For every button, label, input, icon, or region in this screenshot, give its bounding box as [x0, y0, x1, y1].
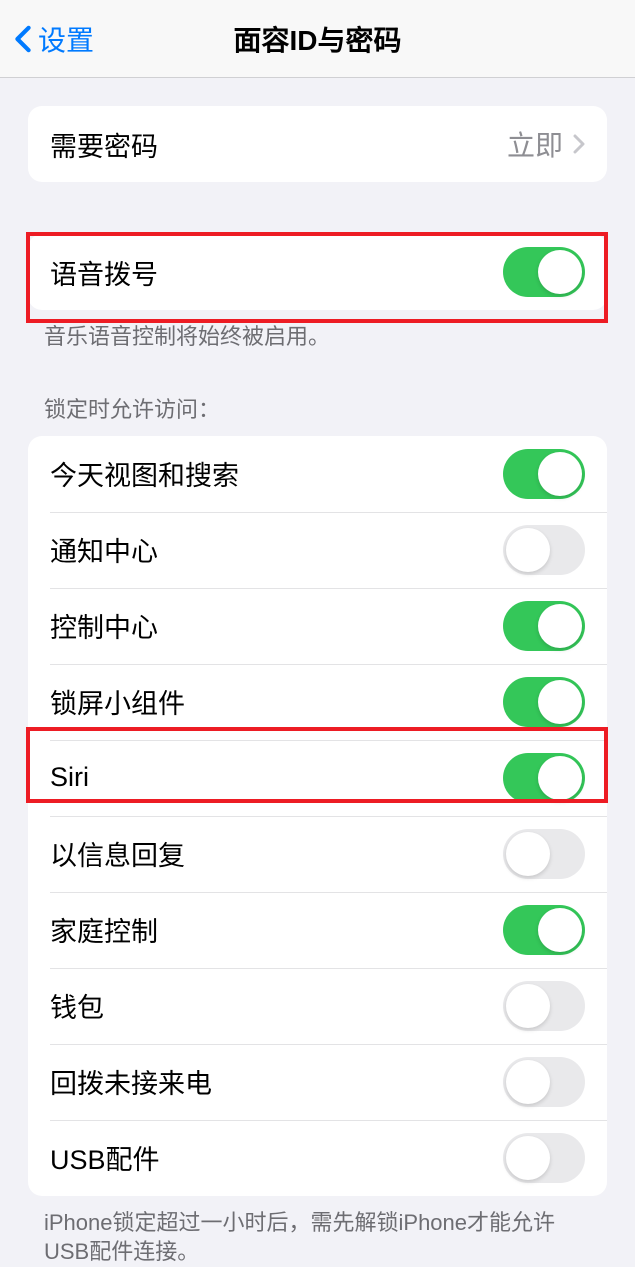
back-label: 设置 — [38, 19, 94, 59]
back-button[interactable]: 设置 — [0, 19, 94, 59]
voice-dial-row[interactable]: 语音拨号 — [28, 234, 607, 310]
lock-access-item[interactable]: USB配件 — [28, 1120, 607, 1196]
lock-access-item-label: Siri — [50, 762, 503, 793]
lock-access-item-toggle[interactable] — [503, 981, 585, 1031]
require-passcode-value: 立即 — [507, 124, 563, 164]
lock-access-item-toggle[interactable] — [503, 905, 585, 955]
page-title: 面容ID与密码 — [233, 19, 401, 59]
voice-dial-toggle[interactable] — [503, 247, 585, 297]
lock-access-item-toggle[interactable] — [503, 677, 585, 727]
lock-access-item-label: 今天视图和搜索 — [50, 454, 503, 493]
lock-access-item[interactable]: 家庭控制 — [28, 892, 607, 968]
lock-access-item-toggle[interactable] — [503, 829, 585, 879]
lock-access-item[interactable]: 锁屏小组件 — [28, 664, 607, 740]
lock-access-item-toggle[interactable] — [503, 1057, 585, 1107]
lock-access-item[interactable]: 钱包 — [28, 968, 607, 1044]
lock-access-footer: iPhone锁定超过一小时后，需先解锁iPhone才能允许USB配件连接。 — [0, 1196, 635, 1267]
voice-dial-label: 语音拨号 — [50, 253, 503, 292]
lock-access-item-toggle[interactable] — [503, 753, 585, 803]
lock-access-item[interactable]: 今天视图和搜索 — [28, 436, 607, 512]
lock-access-item[interactable]: 控制中心 — [28, 588, 607, 664]
require-passcode-label: 需要密码 — [50, 125, 507, 164]
lock-access-list: 今天视图和搜索通知中心控制中心锁屏小组件 Siri 以信息回复家庭控制钱包回拨未接来… — [28, 436, 607, 1196]
lock-access-item-label: 回拨未接来电 — [50, 1062, 503, 1101]
lock-access-item[interactable]: 以信息回复 — [28, 816, 607, 892]
voice-dial-footer: 音乐语音控制将始终被启用。 — [0, 310, 635, 352]
require-passcode-row[interactable]: 需要密码 立即 — [28, 106, 607, 182]
navigation-header: 设置 面容ID与密码 — [0, 0, 635, 78]
lock-access-item-label: 锁屏小组件 — [50, 682, 503, 721]
lock-access-item-label: 通知中心 — [50, 530, 503, 569]
lock-access-item-toggle[interactable] — [503, 449, 585, 499]
lock-access-header: 锁定时允许访问： — [0, 392, 635, 436]
lock-access-item-label: USB配件 — [50, 1138, 503, 1177]
lock-access-item-toggle[interactable] — [503, 525, 585, 575]
chevron-right-icon — [573, 134, 585, 154]
lock-access-item-label: 钱包 — [50, 986, 503, 1025]
lock-access-item[interactable]: Siri — [28, 740, 607, 816]
lock-access-item[interactable]: 通知中心 — [28, 512, 607, 588]
lock-access-item-toggle[interactable] — [503, 601, 585, 651]
lock-access-item-label: 以信息回复 — [50, 834, 503, 873]
chevron-left-icon — [14, 25, 32, 53]
lock-access-item-label: 控制中心 — [50, 606, 503, 645]
lock-access-item[interactable]: 回拨未接来电 — [28, 1044, 607, 1120]
lock-access-item-label: 家庭控制 — [50, 910, 503, 949]
lock-access-item-toggle[interactable] — [503, 1133, 585, 1183]
